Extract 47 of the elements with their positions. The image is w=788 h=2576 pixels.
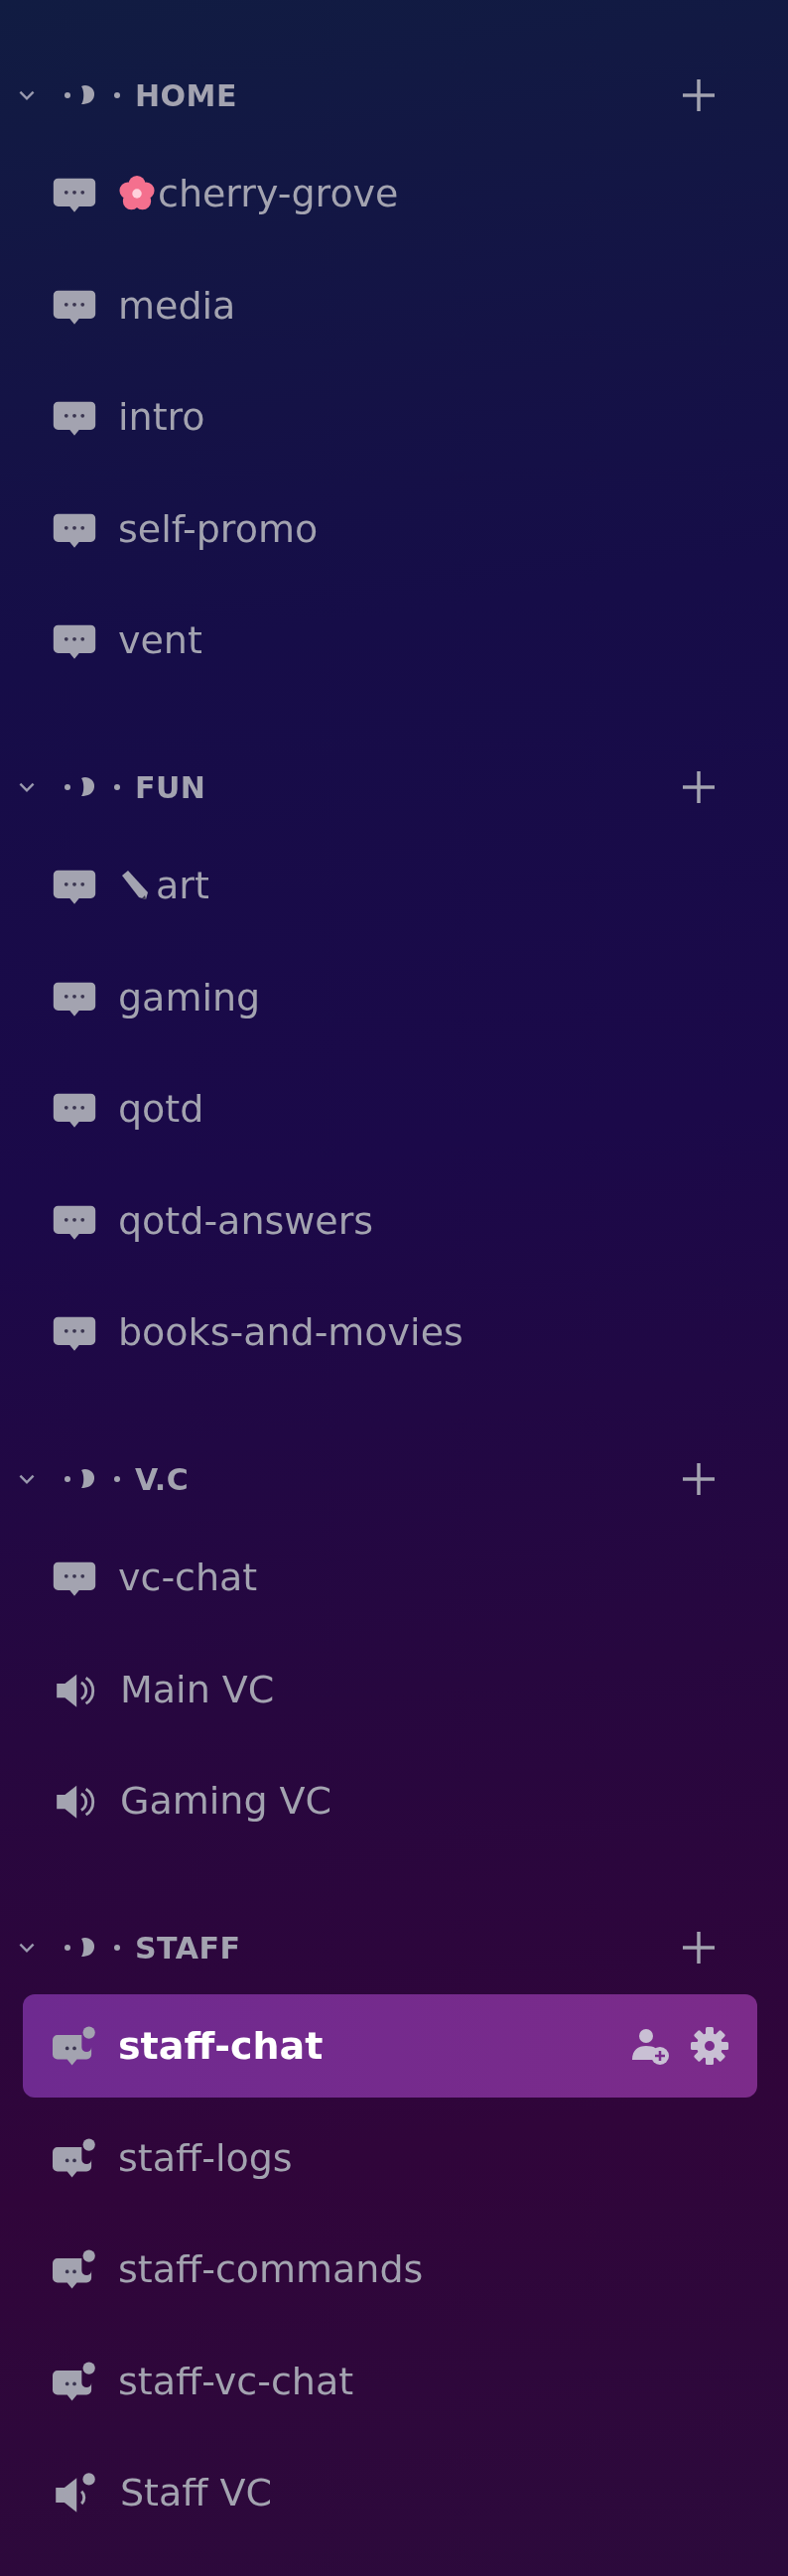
category-label[interactable]: FUN xyxy=(135,769,206,805)
category-label[interactable]: V.C xyxy=(135,1461,190,1497)
channel-item[interactable]: vc-chat xyxy=(23,1526,757,1629)
channel-name: qotd xyxy=(118,1087,204,1131)
channel-name: gaming xyxy=(118,975,261,1019)
channel-name: Gaming VC xyxy=(120,1779,332,1823)
settings-icon[interactable] xyxy=(690,2026,729,2066)
channel-item[interactable]: media xyxy=(23,253,757,357)
channel-item[interactable]: staff-commands xyxy=(23,2218,757,2321)
channel-item[interactable]: Staff VC xyxy=(23,2441,757,2544)
channel-item[interactable]: intro xyxy=(23,365,757,469)
channel-item[interactable]: qotd-answers xyxy=(23,1168,757,1273)
category-label[interactable]: STAFF xyxy=(135,1930,241,1966)
channel-item[interactable]: gaming xyxy=(23,945,757,1049)
channel-name: vent xyxy=(118,618,202,662)
category-label[interactable]: HOME xyxy=(135,77,237,113)
speaker-icon xyxy=(53,2472,98,2513)
channel-name: staff-logs xyxy=(118,2135,293,2180)
channel-item[interactable]: qotd xyxy=(23,1057,757,1160)
channel-item[interactable]: staff-vc-chat xyxy=(23,2329,757,2433)
channel-name: vc-chat xyxy=(118,1556,258,1599)
channel-name: cherry-grove xyxy=(158,172,399,215)
channel-item[interactable]: staff-logs xyxy=(23,2105,757,2210)
channel-item[interactable]: cherry-grove xyxy=(23,142,757,245)
channel-name: Main VC xyxy=(120,1667,275,1711)
chat-bubble-icon xyxy=(53,2360,96,2402)
channel-name: art xyxy=(156,864,209,907)
channel-name: qotd-answers xyxy=(118,1198,374,1243)
channel-name: staff-commands xyxy=(118,2247,424,2291)
flower-icon xyxy=(118,175,156,212)
channel-item[interactable]: staff-chat xyxy=(23,1994,757,2098)
channel-name: self-promo xyxy=(118,506,319,551)
channel-name: staff-vc-chat xyxy=(118,2359,354,2403)
channel-item[interactable]: self-promo xyxy=(23,476,757,581)
chat-bubble-icon xyxy=(53,2248,96,2290)
channel-item[interactable]: Main VC xyxy=(23,1637,757,1741)
channel-name: media xyxy=(118,283,236,328)
channel-item[interactable]: vent xyxy=(23,589,757,692)
channel-item[interactable]: Gaming VC xyxy=(23,1749,757,1852)
chat-bubble-icon xyxy=(53,2136,96,2179)
channel-name: books-and-movies xyxy=(118,1310,463,1354)
channel-item[interactable]: books-and-movies xyxy=(23,1281,757,1384)
channel-item[interactable]: art xyxy=(23,834,757,937)
channel-name: staff-chat xyxy=(118,2024,324,2068)
channel-name: Staff VC xyxy=(120,2471,273,2514)
chat-bubble-icon xyxy=(53,2025,96,2067)
channel-name: intro xyxy=(118,395,205,439)
